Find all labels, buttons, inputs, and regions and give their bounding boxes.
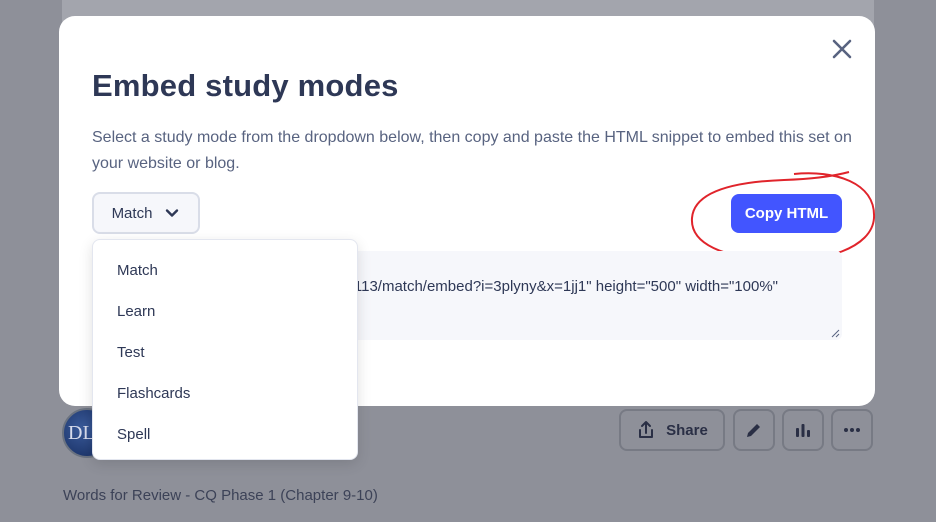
menu-item-match[interactable]: Match [93,250,357,291]
more-options-button[interactable] [831,409,873,451]
share-icon [639,421,654,438]
menu-item-flashcards[interactable]: Flashcards [93,373,357,414]
avatar-initials: DL [68,421,95,444]
copy-html-button[interactable]: Copy HTML [731,194,842,233]
close-icon[interactable] [829,36,855,62]
modal-description: Select a study mode from the dropdown be… [92,129,852,172]
resize-handle-icon[interactable] [830,328,840,338]
stats-button[interactable] [782,409,824,451]
menu-item-spell[interactable]: Spell [93,414,357,455]
menu-item-learn[interactable]: Learn [93,291,357,332]
edit-button[interactable] [733,409,775,451]
selected-mode-label: Match [111,204,153,222]
share-label: Share [666,421,708,439]
chevron-down-icon [166,209,179,217]
menu-item-test[interactable]: Test [93,332,357,373]
pencil-icon [747,424,760,437]
study-mode-menu: Match Learn Test Flashcards Spell [92,239,358,460]
study-mode-dropdown[interactable]: Match [92,192,200,234]
bar-chart-icon [796,424,810,437]
set-title: Words for Review - CQ Phase 1 (Chapter 9… [63,487,378,504]
share-button[interactable]: Share [619,409,725,451]
modal-title: Embed study modes [92,68,399,103]
more-dots-icon [844,428,860,432]
